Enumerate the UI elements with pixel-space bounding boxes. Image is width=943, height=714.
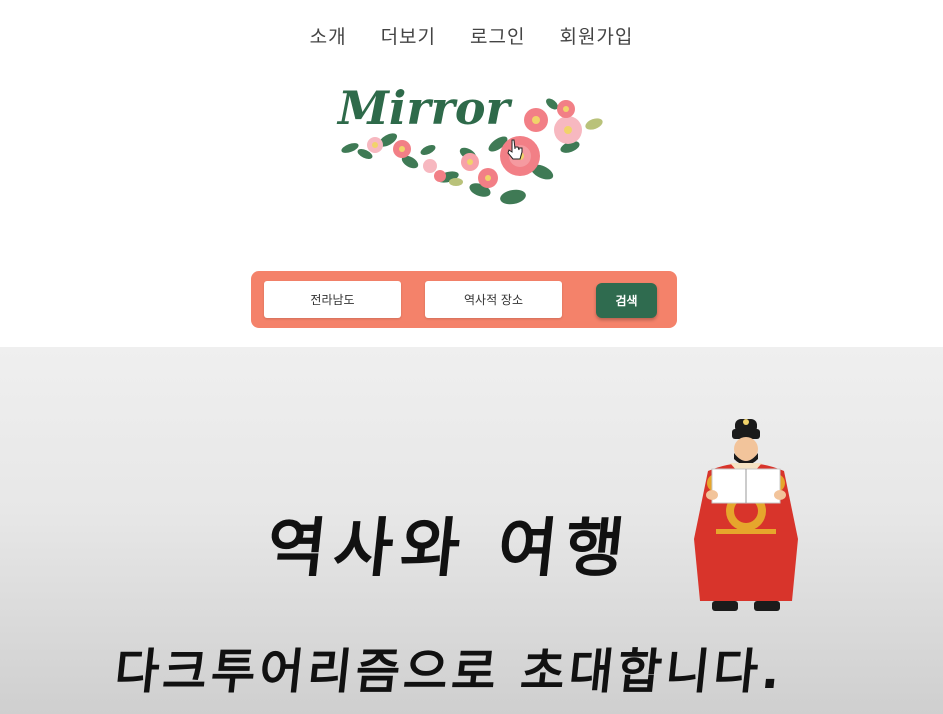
hero-subtitle: 다크투어리즘으로 초대합니다. [112,644,787,700]
king-illustration [694,419,798,611]
hero-banner: 역사와 여행 다크투어리즘으로 초대합니다. [0,347,943,714]
mirror-logo[interactable]: Mirror [330,82,610,217]
nav-item-about[interactable]: 소개 [310,22,347,49]
logo-text: Mirror [336,82,514,135]
page: 소개 더보기 로그인 회원가입 Mirror 전라남도 역사적 장소 검색 역사… [0,0,943,714]
region-select[interactable]: 전라남도 [264,281,401,318]
nav-item-login[interactable]: 로그인 [470,22,525,49]
nav-item-signup[interactable]: 회원가입 [559,22,633,49]
top-nav: 소개 더보기 로그인 회원가입 [0,22,943,49]
search-bar: 전라남도 역사적 장소 검색 [251,271,677,328]
category-select[interactable]: 역사적 장소 [425,281,562,318]
search-button[interactable]: 검색 [596,283,657,318]
nav-item-more[interactable]: 더보기 [381,22,436,49]
